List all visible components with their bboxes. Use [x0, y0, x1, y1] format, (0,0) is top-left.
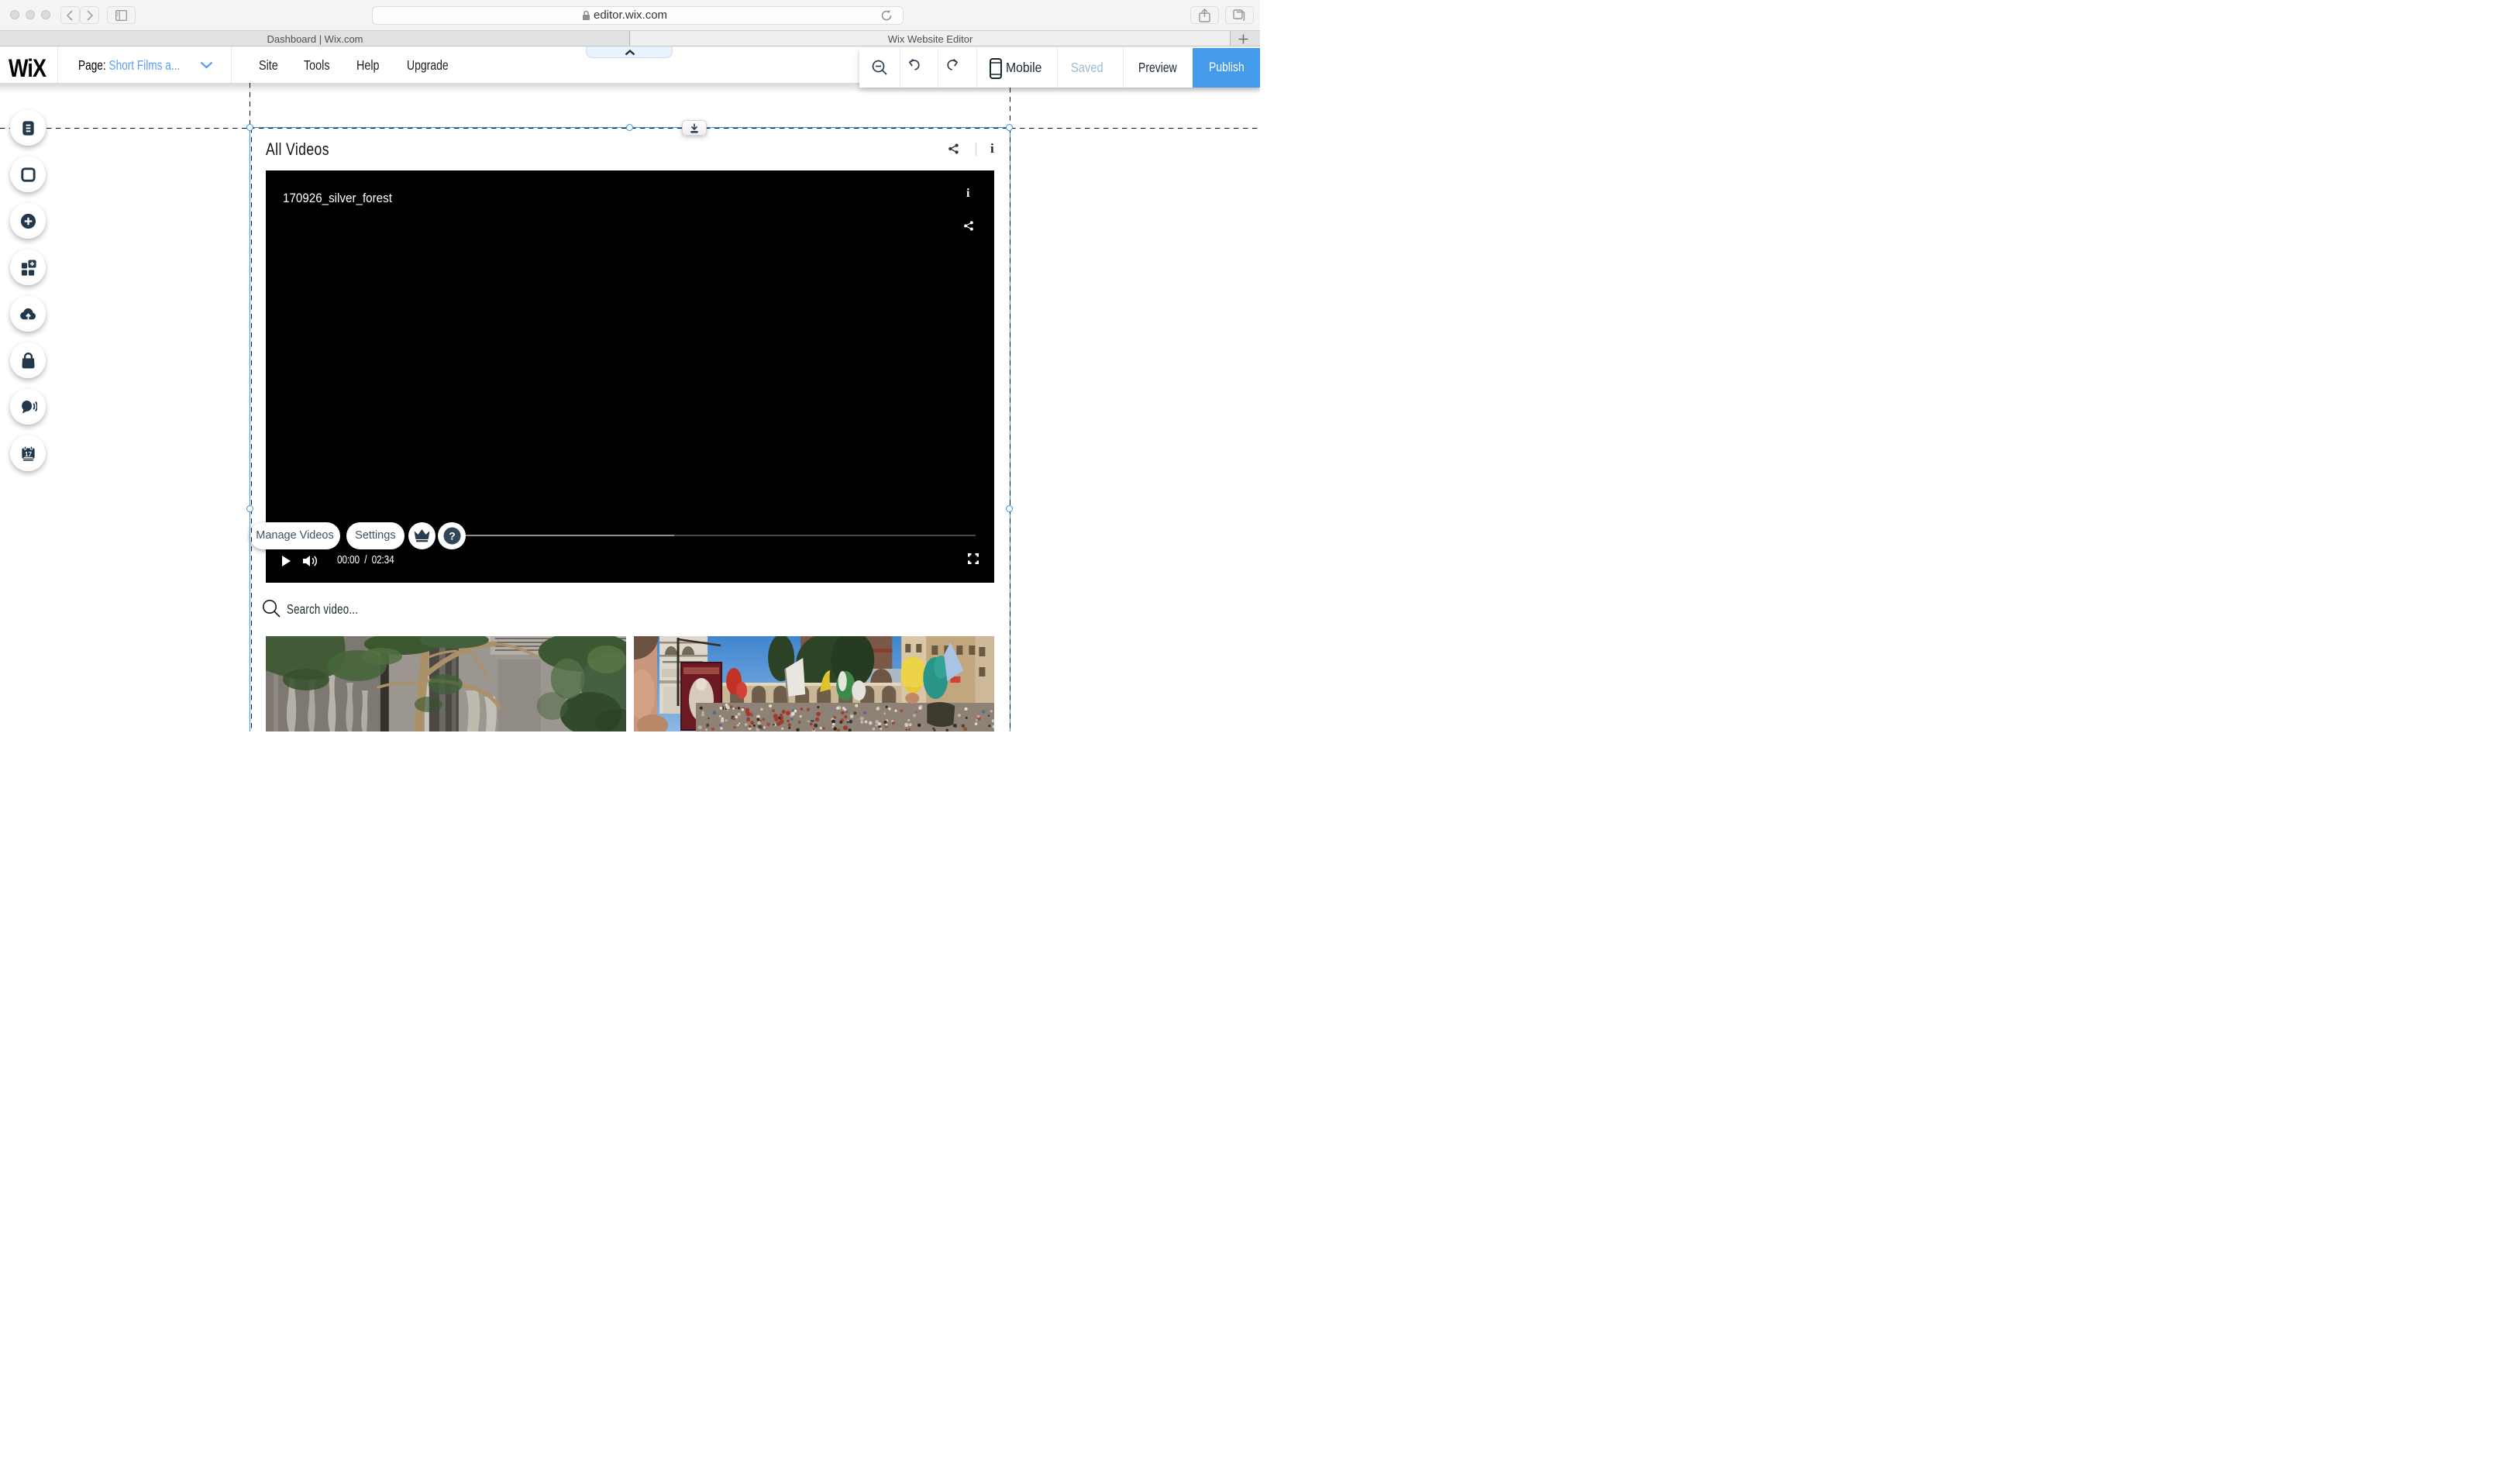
- svg-text:?: ?: [449, 529, 456, 542]
- svg-text:17: 17: [25, 451, 33, 458]
